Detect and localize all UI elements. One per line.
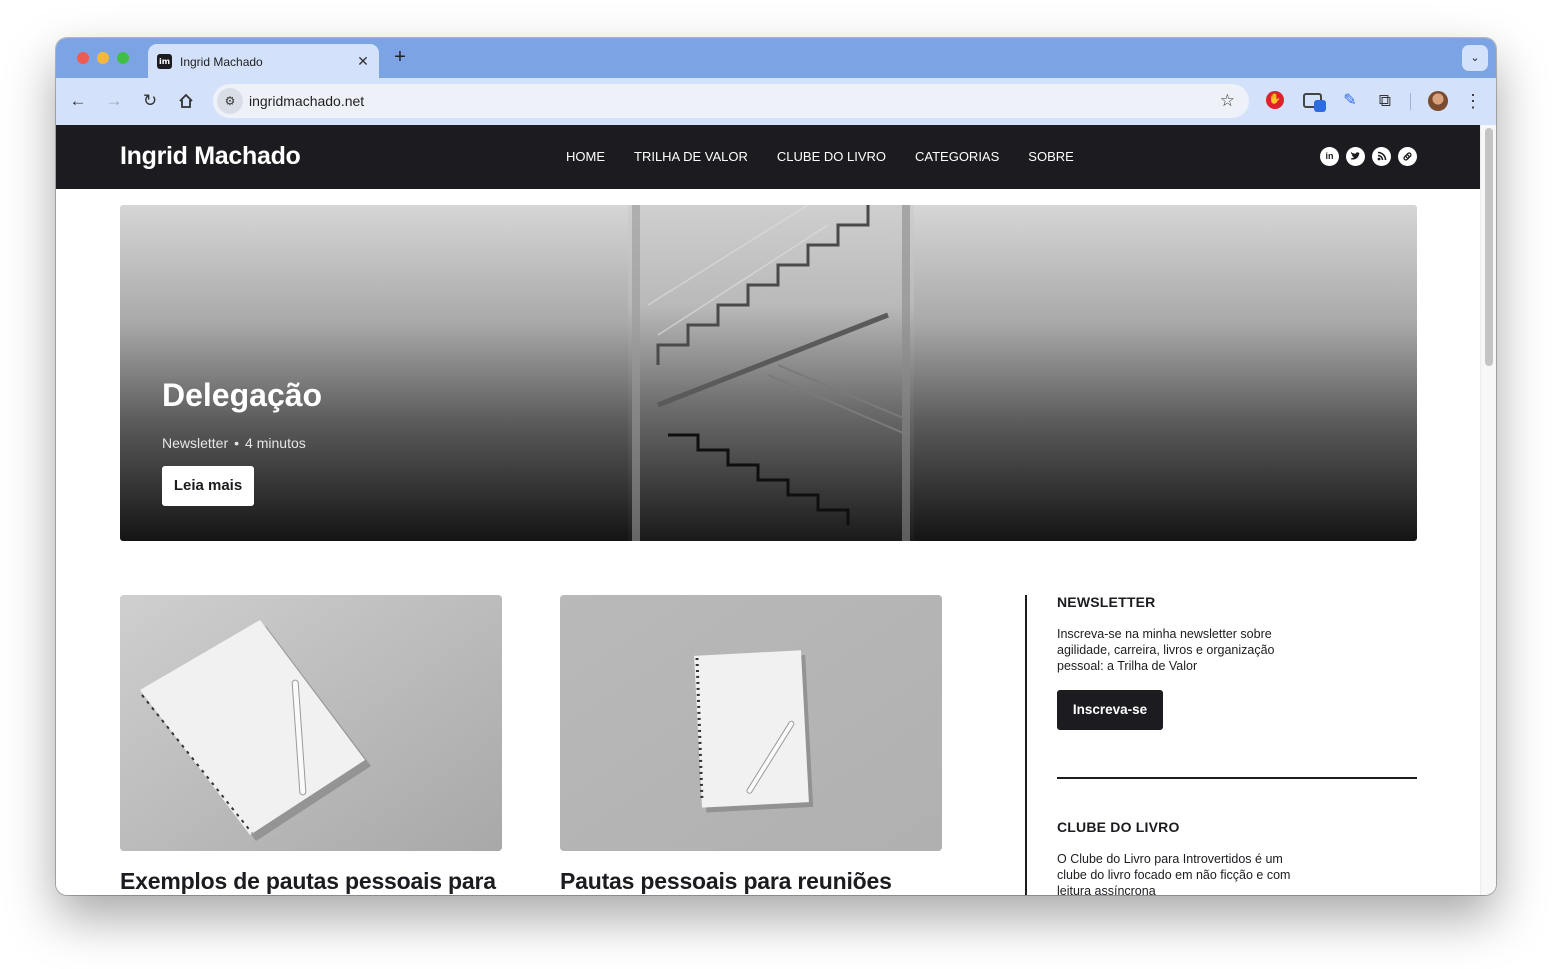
notebook-photo-1 [120, 595, 502, 851]
hero-category[interactable]: Newsletter [162, 435, 228, 451]
back-arrow-icon[interactable]: ← [67, 90, 89, 112]
site-info-icon[interactable]: ⚙ [217, 88, 243, 114]
toolbar-divider [1410, 93, 1411, 110]
close-window-button[interactable] [77, 52, 89, 64]
tab-close-icon[interactable]: ✕ [355, 53, 371, 69]
tab-bar: im Ingrid Machado ✕ + ⌄ [56, 38, 1496, 78]
book-club-widget: CLUBE DO LIVRO O Clube do Livro para Int… [1057, 819, 1417, 895]
widget-title: CLUBE DO LIVRO [1057, 819, 1180, 835]
meta-separator: • [234, 435, 240, 451]
subscribe-button[interactable]: Inscreva-se [1057, 690, 1163, 730]
rss-icon[interactable] [1372, 147, 1391, 166]
more-menu-icon[interactable]: ⋮ [1464, 90, 1482, 112]
link-icon[interactable] [1398, 147, 1417, 166]
main-nav: HOME TRILHA DE VALOR CLUBE DO LIVRO CATE… [566, 149, 1103, 164]
post-card[interactable]: Pautas pessoais para reuniões [560, 595, 942, 895]
tab-search-menu-button[interactable]: ⌄ [1462, 45, 1488, 71]
site-header: Ingrid Machado HOME TRILHA DE VALOR CLUB… [56, 125, 1480, 189]
widget-title: NEWSLETTER [1057, 594, 1156, 610]
tab-title: Ingrid Machado [180, 55, 263, 69]
nav-clube-do-livro[interactable]: CLUBE DO LIVRO [777, 149, 886, 164]
read-more-button[interactable]: Leia mais [162, 466, 254, 506]
hero-title[interactable]: Delegação [162, 377, 322, 414]
page-viewport: Ingrid Machado HOME TRILHA DE VALOR CLUB… [56, 125, 1496, 895]
profile-avatar[interactable] [1428, 91, 1448, 111]
widget-divider [1057, 777, 1417, 779]
widget-text: Inscreva-se na minha newsletter sobre ag… [1057, 627, 1275, 673]
bookmark-star-icon[interactable]: ☆ [1220, 91, 1235, 111]
page-scrollbar[interactable] [1480, 125, 1496, 895]
staircase-image [632, 205, 910, 541]
new-tab-button[interactable]: + [390, 47, 410, 67]
notebook-photo-2 [560, 595, 942, 851]
tab-active[interactable]: im Ingrid Machado ✕ [148, 44, 379, 78]
adblock-extension-icon[interactable]: ✋ [1266, 91, 1284, 109]
sidebar-divider [1025, 595, 1027, 895]
browser-toolbar: ← → ↻ ⚙ ingridmachado.net ☆ ✋ ✎ ⧉ ⋮ [56, 78, 1496, 125]
linkedin-icon[interactable]: in [1320, 147, 1339, 166]
hero-meta: Newsletter • 4 minutos [162, 435, 306, 451]
social-links: in [1320, 147, 1424, 166]
writing-extension-icon[interactable]: ✎ [1340, 91, 1360, 111]
nav-sobre[interactable]: SOBRE [1028, 149, 1074, 164]
twitter-icon[interactable] [1346, 147, 1365, 166]
hero-read-time: 4 minutos [245, 435, 306, 451]
post-image[interactable] [120, 595, 502, 851]
nav-trilha-de-valor[interactable]: TRILHA DE VALOR [634, 149, 748, 164]
scrollbar-thumb[interactable] [1485, 128, 1493, 366]
newsletter-widget: NEWSLETTER Inscreva-se na minha newslett… [1057, 594, 1417, 730]
nav-categorias[interactable]: CATEGORIAS [915, 149, 999, 164]
post-image[interactable] [560, 595, 942, 851]
browser-window: im Ingrid Machado ✕ + ⌄ ← → ↻ ⚙ ingridma… [56, 38, 1496, 895]
nav-home[interactable]: HOME [566, 149, 605, 164]
url-text[interactable]: ingridmachado.net [249, 93, 364, 109]
cast-extension-icon[interactable] [1303, 93, 1326, 112]
extensions-puzzle-icon[interactable]: ⧉ [1375, 91, 1395, 111]
home-icon[interactable] [175, 90, 197, 112]
forward-arrow-icon[interactable]: → [103, 90, 125, 112]
favicon-icon: im [157, 54, 172, 69]
featured-post-hero[interactable]: Delegação Newsletter • 4 minutos Leia mais [120, 205, 1417, 541]
reload-icon[interactable]: ↻ [139, 90, 161, 112]
widget-text: O Clube do Livro para Introvertidos é um… [1057, 852, 1291, 895]
maximize-window-button[interactable] [117, 52, 129, 64]
post-title[interactable]: Pautas pessoais para reuniões [560, 867, 942, 895]
post-card[interactable]: Exemplos de pautas pessoais para [120, 595, 502, 895]
address-bar[interactable]: ⚙ ingridmachado.net ☆ [213, 84, 1249, 118]
minimize-window-button[interactable] [97, 52, 109, 64]
site-logo[interactable]: Ingrid Machado [120, 142, 301, 171]
post-title[interactable]: Exemplos de pautas pessoais para [120, 867, 502, 895]
